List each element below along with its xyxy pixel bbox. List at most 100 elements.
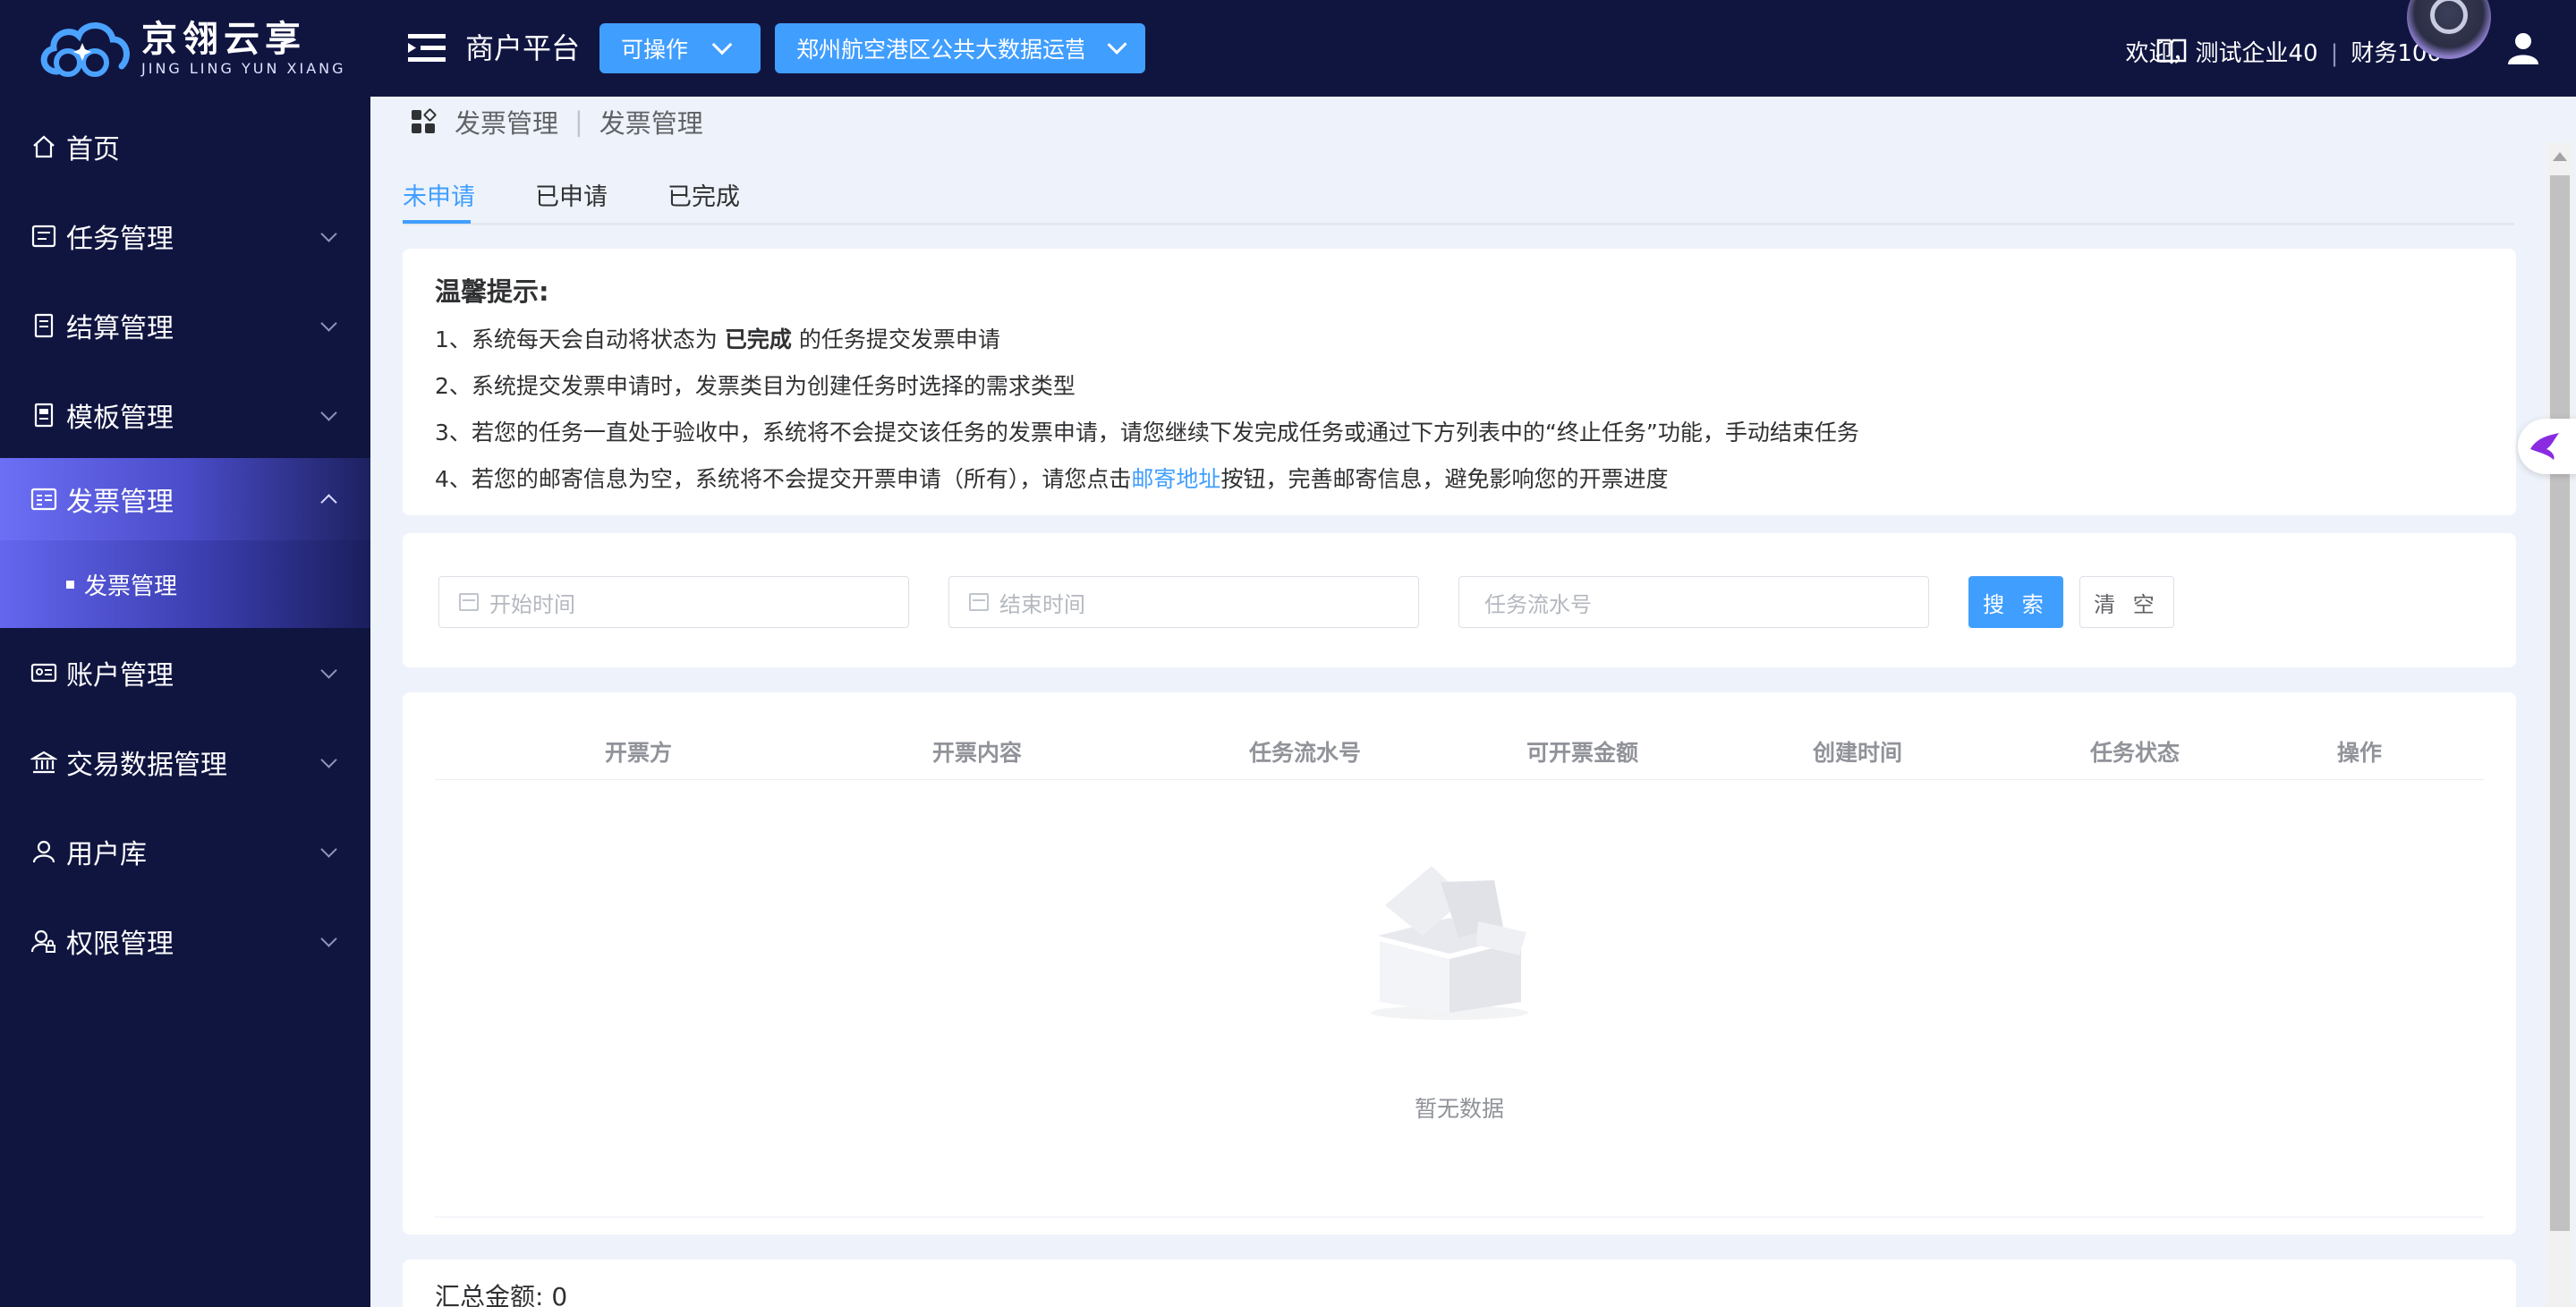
chevron-down-icon	[1107, 34, 1127, 55]
tip-status-bold: 已完成	[724, 327, 792, 352]
chevron-down-icon	[320, 403, 337, 421]
platform-title: 商户平台	[465, 31, 581, 65]
sidebar-item-settlement[interactable]: 结算管理	[0, 281, 370, 370]
grid-apps-icon	[412, 108, 437, 133]
tip-text: 按钮，完善邮寄信息，避免影响您的开票进度	[1220, 466, 1669, 492]
user-icon	[32, 840, 55, 863]
template-icon	[34, 403, 54, 428]
column-header: 开票方	[605, 740, 673, 766]
breadcrumb-item-first[interactable]: 发票管理	[455, 103, 558, 140]
tab-unapplied[interactable]: 未申请	[403, 177, 475, 212]
scroll-up-arrow-icon[interactable]	[2553, 152, 2567, 161]
sidebar-item-label: 结算管理	[66, 313, 174, 344]
welcome-text: 欢迎，测试企业40 | 财务100	[2126, 32, 2443, 75]
column-header: 可开票金额	[1526, 740, 1639, 766]
chevron-down-icon	[320, 225, 337, 242]
sidebar-item-label: 用户库	[66, 839, 147, 870]
chevron-down-icon	[320, 314, 337, 332]
sidebar-item-label: 交易数据管理	[66, 750, 227, 781]
sidebar-item-permission[interactable]: 权限管理	[0, 896, 370, 986]
column-header: 创建时间	[1813, 740, 1903, 766]
sidebar-item-transaction-data[interactable]: 交易数据管理	[0, 717, 370, 807]
invoice-icon	[30, 488, 57, 511]
column-header: 开票内容	[932, 740, 1023, 766]
operate-select[interactable]: 可操作	[599, 23, 761, 73]
document-icon	[34, 313, 54, 338]
summary-amount: 汇总金额: 0	[403, 1260, 2516, 1307]
breadcrumb: 发票管理 | 发票管理	[410, 100, 703, 143]
user-lock-icon	[30, 929, 55, 953]
sidebar-item-label: 权限管理	[66, 929, 174, 960]
sidebar-subitem-label: 发票管理	[84, 573, 178, 600]
bank-icon	[30, 751, 57, 774]
cloud-logo-icon	[40, 22, 130, 77]
organization-select-value: 郑州航空港区公共大数据运营有|	[796, 37, 1084, 63]
scrollbar-thumb[interactable]	[2550, 175, 2570, 1231]
logo-title: 京翎云享	[141, 19, 306, 60]
task-icon	[31, 225, 56, 248]
calendar-icon	[969, 593, 989, 611]
task-serial-input[interactable]: 任务流水号	[1458, 576, 1929, 628]
breadcrumb-item-current: 发票管理	[599, 108, 703, 139]
sidebar-subitem-invoice-management[interactable]: 发票管理	[0, 540, 370, 628]
sidebar-item-template[interactable]: 模板管理	[0, 370, 370, 460]
logo-subtitle: JING LING YUN XIANG	[141, 60, 346, 77]
table-header: 开票方 开票内容 任务流水号 可开票金额 创建时间 任务状态 操作	[435, 725, 2484, 780]
divider: |	[2330, 40, 2339, 67]
tips-card: 温馨提示: 1、系统每天会自动将状态为 已完成 的任务提交发票申请 2、系统提交…	[403, 249, 2516, 515]
sidebar-item-task[interactable]: 任务管理	[0, 191, 370, 281]
sidebar: 首页 任务管理 结算管理 模板管理 发票管理 发票管理 账户管理 交易数据管理 …	[0, 97, 370, 1307]
bullet-icon	[66, 580, 74, 589]
column-header: 任务状态	[2090, 740, 2181, 766]
account-card-icon	[30, 663, 57, 683]
tab-completed[interactable]: 已完成	[667, 177, 740, 212]
top-bar: 京翎云享 JING LING YUN XIANG 商户平台 可操作 郑州航空港区…	[0, 0, 2576, 97]
filter-card: 开始时间 结束时间 任务流水号 搜 索 清 空	[403, 533, 2516, 667]
divider	[435, 1217, 2484, 1218]
active-tab-indicator	[403, 220, 471, 224]
user-icon[interactable]	[2505, 30, 2541, 66]
breadcrumb-separator: |	[574, 106, 583, 137]
sidebar-item-label: 发票管理	[66, 487, 174, 518]
sidebar-item-invoice[interactable]: 发票管理	[0, 458, 370, 540]
clear-button[interactable]: 清 空	[2079, 576, 2174, 628]
chevron-down-icon	[320, 751, 337, 768]
sidebar-item-label: 账户管理	[66, 660, 174, 692]
sidebar-item-label: 任务管理	[66, 224, 174, 255]
invoice-table: 开票方 开票内容 任务流水号 可开票金额 创建时间 任务状态 操作 暂无数据	[403, 692, 2516, 1235]
tip-line-2: 2、系统提交发票申请时，发票类目为创建任务时选择的需求类型	[435, 373, 1075, 399]
column-header: 操作	[2337, 740, 2383, 766]
start-date-placeholder: 开始时间	[489, 591, 575, 617]
menu-fold-icon[interactable]	[408, 32, 446, 64]
tip-text: 的任务提交发票申请	[791, 327, 1000, 352]
floating-assistant-widget[interactable]	[2518, 419, 2576, 474]
sidebar-item-user-library[interactable]: 用户库	[0, 807, 370, 896]
logo[interactable]: 京翎云享 JING LING YUN XIANG	[36, 13, 346, 84]
sidebar-item-label: 模板管理	[66, 403, 174, 434]
sidebar-item-label: 首页	[66, 134, 120, 165]
calendar-icon	[459, 593, 479, 611]
tip-text: 4、若您的邮寄信息为空，系统将不会提交开票申请（所有），请您点击	[435, 466, 1132, 492]
operate-select-value: 可操作	[621, 37, 689, 63]
home-icon	[33, 135, 55, 158]
empty-box-icon	[1371, 866, 1528, 1020]
mailing-address-link[interactable]: 邮寄地址	[1131, 466, 1220, 492]
tips-title: 温馨提示:	[435, 276, 549, 307]
tip-line-4: 4、若您的邮寄信息为空，系统将不会提交开票申请（所有），请您点击邮寄地址按钮，完…	[435, 456, 2484, 503]
status-tabs: 未申请 已申请 已完成	[403, 170, 2514, 225]
bird-icon	[2530, 433, 2559, 460]
organization-select[interactable]: 郑州航空港区公共大数据运营有|	[775, 23, 1145, 73]
column-header: 任务流水号	[1249, 740, 1362, 766]
sidebar-item-home[interactable]: 首页	[0, 102, 370, 191]
sidebar-item-account[interactable]: 账户管理	[0, 628, 370, 717]
task-serial-placeholder: 任务流水号	[1484, 591, 1592, 617]
chevron-down-icon	[320, 840, 337, 858]
chevron-down-icon	[711, 34, 733, 55]
tip-text: 1、系统每天会自动将状态为	[435, 327, 725, 352]
end-date-input[interactable]: 结束时间	[948, 576, 1419, 628]
tab-applied[interactable]: 已申请	[535, 177, 608, 212]
tip-line-3: 3、若您的任务一直处于验收中，系统将不会提交该任务的发票申请，请您继续下发完成任…	[435, 420, 1859, 446]
start-date-input[interactable]: 开始时间	[438, 576, 909, 628]
chevron-down-icon	[320, 661, 337, 679]
search-button[interactable]: 搜 索	[1968, 576, 2063, 628]
